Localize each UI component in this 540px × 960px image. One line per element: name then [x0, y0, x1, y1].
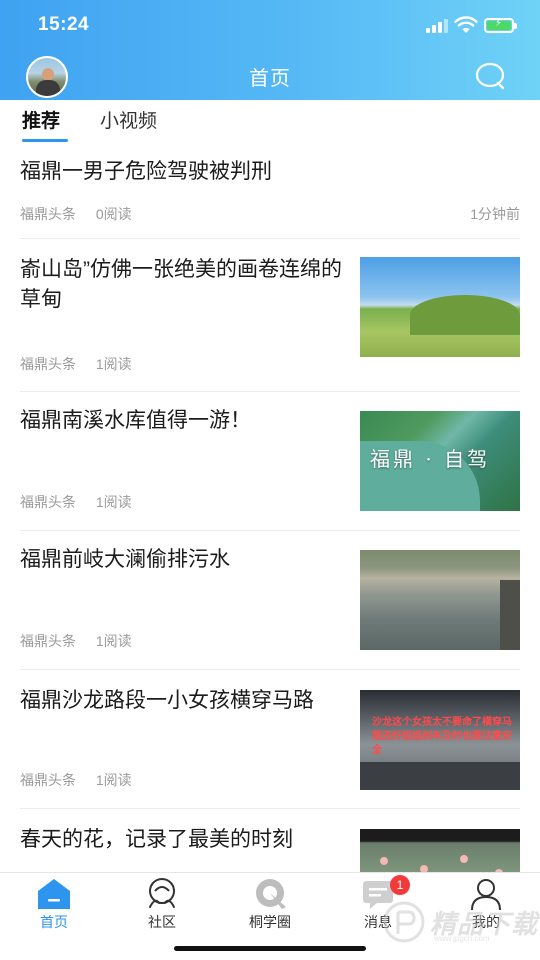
news-item[interactable]: 嵛山岛”仿佛一张绝美的画卷连绵的草甸 福鼎头条 1阅读: [20, 239, 520, 392]
page-title: 首页: [249, 68, 291, 90]
news-title: 春天的花，记录了最美的时刻: [20, 828, 293, 851]
news-source: 福鼎头条: [20, 633, 76, 649]
tabbar-circle[interactable]: 桐学圈: [230, 877, 310, 933]
news-title: 福鼎沙龙路段一小女孩横穿马路: [20, 689, 314, 712]
news-item[interactable]: 福鼎南溪水库值得一游！ 福鼎头条 1阅读 福鼎 · 自驾: [20, 392, 520, 531]
watermark-url: www.jpgcn.com: [434, 934, 490, 943]
watermark: 精品下载 www.jpgcn.com: [382, 896, 540, 948]
news-title: 嵛山岛”仿佛一张绝美的画卷连绵的草甸: [20, 258, 342, 311]
news-thumbnail: [360, 257, 520, 357]
status-time: 15:24: [38, 14, 90, 35]
news-reads: 1阅读: [95, 772, 132, 788]
status-bar: 15:24 ⚡: [0, 0, 540, 50]
news-title: 福鼎前岐大澜偷排污水: [20, 548, 230, 571]
news-reads: 1阅读: [95, 356, 132, 372]
news-reads: 0阅读: [95, 206, 132, 222]
news-meta: 福鼎头条 1阅读: [20, 354, 148, 374]
news-item[interactable]: 福鼎沙龙路段一小女孩横穿马路 福鼎头条 1阅读 沙龙这个女孩太不要命了横穿马路还…: [20, 670, 520, 809]
tab-recommend[interactable]: 推荐: [22, 106, 60, 133]
news-thumbnail: [360, 550, 520, 650]
unread-badge: 1: [390, 875, 410, 895]
home-icon: [38, 879, 70, 909]
news-source: 福鼎头条: [20, 494, 76, 510]
active-tab-indicator: [22, 139, 68, 142]
news-item[interactable]: 春天的花，记录了最美的时刻: [20, 809, 520, 872]
watermark-logo-icon: [383, 901, 425, 943]
circle-icon: [256, 879, 286, 909]
community-icon: [149, 878, 175, 908]
battery-icon: ⚡: [484, 18, 517, 33]
tabbar-label: 桐学圈: [249, 914, 291, 930]
news-feed: 福鼎一男子危险驾驶被判刑 福鼎头条 0阅读 1分钟前 嵛山岛”仿佛一张绝美的画卷…: [0, 144, 540, 872]
app-header: 15:24 ⚡ 首页: [0, 0, 540, 100]
wifi-icon: [454, 16, 478, 33]
news-time: 1分钟前: [470, 206, 520, 222]
news-reads: 1阅读: [95, 494, 132, 510]
thumbnail-caption: 沙龙这个女孩太不要命了横穿马路还好姐姐刹车及时也要注意安全: [372, 717, 512, 756]
news-thumbnail: 沙龙这个女孩太不要命了横穿马路还好姐姐刹车及时也要注意安全: [360, 690, 520, 790]
cellular-signal-icon: [426, 19, 448, 33]
news-source: 福鼎头条: [20, 356, 76, 372]
home-indicator[interactable]: [174, 946, 366, 951]
news-item[interactable]: 福鼎一男子危险驾驶被判刑 福鼎头条 0阅读 1分钟前: [20, 144, 520, 239]
news-thumbnail: [360, 829, 520, 872]
news-meta: 福鼎头条 1阅读: [20, 770, 148, 790]
content-tabs: 推荐 小视频: [0, 100, 540, 144]
nav-bar: 首页: [0, 52, 540, 98]
thumbnail-caption: 福鼎 · 自驾: [370, 447, 491, 471]
news-thumbnail: 福鼎 · 自驾: [360, 411, 520, 511]
news-source: 福鼎头条: [20, 772, 76, 788]
news-source: 福鼎头条: [20, 206, 76, 222]
tab-short-video[interactable]: 小视频: [100, 106, 157, 133]
news-item[interactable]: 福鼎前岐大澜偷排污水 福鼎头条 1阅读: [20, 531, 520, 670]
tabbar-community[interactable]: 社区: [122, 877, 202, 933]
tabbar-home[interactable]: 首页: [14, 877, 94, 933]
news-meta: 福鼎头条 0阅读: [20, 204, 148, 224]
search-icon[interactable]: [474, 61, 508, 91]
news-reads: 1阅读: [95, 633, 132, 649]
news-title: 福鼎南溪水库值得一游！: [20, 409, 251, 432]
news-meta: 福鼎头条 1阅读: [20, 631, 148, 651]
tabbar-label: 首页: [40, 914, 68, 930]
news-meta: 福鼎头条 1阅读: [20, 492, 148, 512]
news-title: 福鼎一男子危险驾驶被判刑: [20, 160, 272, 183]
tabbar-label: 社区: [148, 914, 176, 930]
